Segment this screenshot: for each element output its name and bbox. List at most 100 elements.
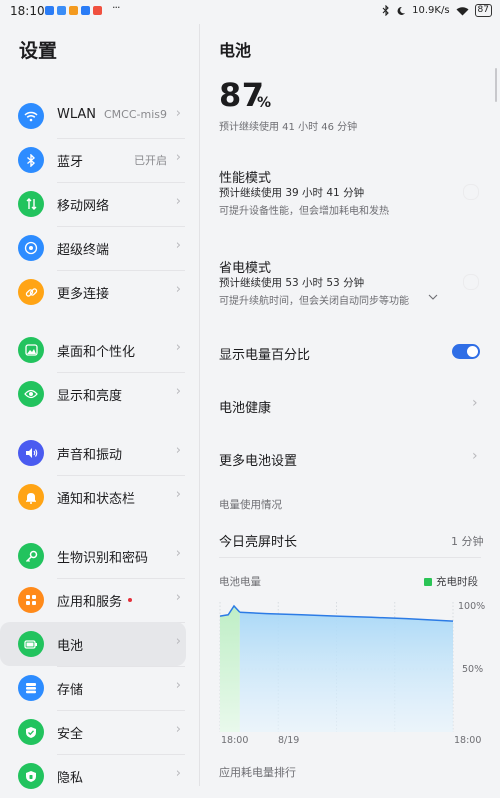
wifi-status-icon [456,6,469,15]
performance-mode-estimate: 预计继续使用 39 小时 41 分钟 [219,187,365,199]
chevron-right-icon: › [175,150,181,165]
chart-title: 电池电量 [219,576,261,588]
app-usage-ranking-header: 应用耗电量排行 [219,766,296,779]
sidebar-item-security[interactable]: 安全 › [0,710,186,754]
notification-icons [45,6,102,15]
sidebar-item-display-brightness[interactable]: 显示和亮度 › [0,372,186,416]
charging-area [220,606,240,732]
chevron-right-icon: › [472,395,478,411]
sidebar-item-label: 超级终端 [57,243,110,258]
battery-level-chart[interactable] [200,590,500,750]
power-saving-mode-radio[interactable] [463,274,479,290]
notification-app-icon [57,6,66,15]
chart-legend: 充电时段 [424,574,478,589]
link-icon [18,279,44,305]
moon-icon [397,6,406,15]
performance-mode-radio[interactable] [463,184,479,200]
sidebar-item-label: 隐私 [57,771,84,786]
sidebar-item-wlan[interactable]: WLAN CMCC-mis9 › [0,94,186,138]
shield-icon [18,719,44,745]
chevron-right-icon: › [175,384,181,399]
volume-icon [18,440,44,466]
y-tick-label: 50% [462,664,484,675]
sidebar-item-label: 蓝牙 [57,155,84,170]
sidebar-item-label: 更多连接 [57,287,110,302]
bluetooth-icon [18,147,44,173]
screen-on-time-value: 1 分钟 [451,535,484,548]
chevron-right-icon: › [175,238,181,253]
more-notifications-icon: ··· [112,1,120,14]
apps-icon [18,587,44,613]
chevron-right-icon: › [175,678,181,693]
sidebar-item-super-device[interactable]: 超级终端 › [0,226,186,270]
bluetooth-status-icon [382,5,389,16]
performance-mode-desc: 可提升设备性能，但会增加耗电和发热 [219,206,389,217]
sidebar-item-label: 通知和状态栏 [57,492,136,507]
status-time: 18:10 [10,4,45,18]
wifi-icon [18,103,44,129]
bell-icon [18,484,44,510]
notification-app-icon [69,6,78,15]
sidebar-item-label: 电池 [57,639,84,654]
chevron-right-icon: › [175,106,181,121]
more-battery-settings-label: 更多电池设置 [219,454,298,469]
remaining-time: 预计继续使用 41 小时 46 分钟 [219,122,358,133]
sidebar-item-desktop-personalization[interactable]: 桌面和个性化 › [0,328,186,372]
status-right: 10.9K/s 87 [382,4,492,17]
scrollbar[interactable] [495,68,497,102]
chevron-right-icon: › [175,487,181,502]
x-tick-label: 8/19 [278,735,300,746]
chevron-right-icon: › [175,194,181,209]
sidebar-item-bluetooth[interactable]: 蓝牙 已开启 › [0,138,186,182]
eye-icon [18,381,44,407]
sidebar-item-mobile-network[interactable]: 移动网络 › [0,182,186,226]
sidebar-item-sound-vibration[interactable]: 声音和振动 › [0,431,186,475]
battery-detail-panel: 电池 87 % 预计继续使用 41 小时 46 分钟 性能模式 预计继续使用 3… [200,24,500,786]
expand-chevron-icon[interactable] [428,294,438,301]
sidebar-item-label: 显示和亮度 [57,389,123,404]
super-device-icon [18,235,44,261]
sidebar-item-label: 存储 [57,683,84,698]
red-dot-badge [128,598,132,602]
power-saving-mode-title: 省电模式 [219,261,272,276]
y-tick-label: 100% [458,601,486,612]
sidebar-item-notifications-statusbar[interactable]: 通知和状态栏 › [0,475,186,519]
sidebar-item-battery[interactable]: 电池 › [0,622,186,666]
discharge-area [239,612,453,732]
sidebar-item-apps-services[interactable]: 应用和服务 › [0,578,186,622]
show-percentage-label: 显示电量百分比 [219,348,311,363]
battery-health-label: 电池健康 [219,401,272,416]
toggle-knob [467,346,478,357]
sidebar-item-label: 安全 [57,727,84,742]
sidebar-item-label: WLAN [57,107,97,122]
sidebar-item-more-connections[interactable]: 更多连接 › [0,270,186,314]
chevron-right-icon: › [175,766,181,781]
chevron-right-icon: › [175,340,181,355]
sidebar-item-storage[interactable]: 存储 › [0,666,186,710]
chevron-right-icon: › [175,282,181,297]
key-icon [18,543,44,569]
battery-percent-unit: % [257,95,272,111]
show-percentage-toggle[interactable] [452,344,480,359]
sidebar-item-label: 移动网络 [57,199,110,214]
sidebar-item-biometrics-password[interactable]: 生物识别和密码 › [0,534,186,578]
privacy-icon [18,763,44,789]
chevron-right-icon: › [175,590,181,605]
x-tick-label: 18:00 [454,735,482,746]
performance-mode-title: 性能模式 [219,171,272,186]
sidebar-item-label: 声音和振动 [57,448,123,463]
sidebar-item-privacy[interactable]: 隐私 › [0,754,186,798]
usage-section-header: 电量使用情况 [219,499,282,511]
wallpaper-icon [18,337,44,363]
sidebar-item-label: 生物识别和密码 [57,551,149,566]
page-title: 电池 [219,41,252,60]
chevron-right-icon: › [175,443,181,458]
notification-app-icon [45,6,54,15]
chevron-right-icon: › [175,722,181,737]
divider [219,557,481,558]
sidebar-item-label: 桌面和个性化 [57,345,136,360]
sidebar-item-value: 已开启 [134,154,167,167]
settings-title: 设置 [19,40,58,62]
sidebar-item-label: 应用和服务 [57,595,123,610]
notification-app-icon [93,6,102,15]
